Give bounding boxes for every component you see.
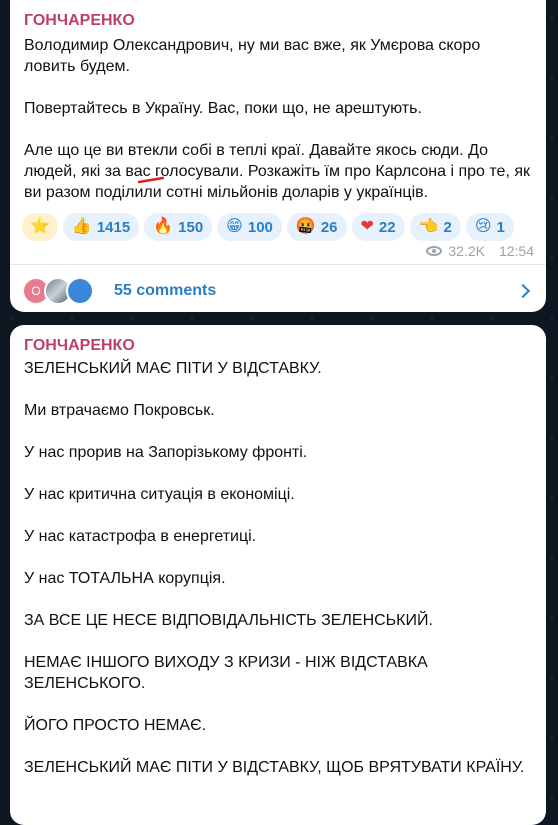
heart-icon: ❤ bbox=[360, 218, 374, 235]
commenter-avatars: О bbox=[22, 277, 102, 305]
angry-face-icon: 🤬 bbox=[295, 218, 316, 235]
reaction-count: 2 bbox=[443, 218, 452, 236]
reaction-thumbs-up[interactable]: 👍 1415 bbox=[62, 213, 140, 241]
post-author[interactable]: ГОНЧАРЕНКО bbox=[24, 12, 135, 30]
reaction-count: 26 bbox=[320, 218, 338, 236]
reaction-count: 22 bbox=[378, 218, 396, 236]
fire-icon: 🔥 bbox=[153, 218, 174, 235]
chevron-right-icon bbox=[515, 283, 531, 299]
reaction-count: 150 bbox=[178, 218, 204, 236]
grin-icon: 😁 bbox=[226, 218, 243, 235]
comments-button[interactable]: О 55 comments bbox=[22, 271, 534, 311]
post-text: Володимир Олександрович, ну ми вас вже, … bbox=[24, 35, 534, 203]
post-meta: 32.2K 12:54 bbox=[426, 243, 534, 259]
channel-post-1: ГОНЧАРЕНКО Володимир Олександрович, ну м… bbox=[10, 0, 546, 312]
reaction-pointing-hand[interactable]: 👈 2 bbox=[409, 213, 461, 241]
reaction-star[interactable]: ⭐ bbox=[22, 213, 58, 241]
post-time: 12:54 bbox=[498, 243, 534, 259]
post-paragraph: ЗА ВСЕ ЦЕ НЕСЕ ВІДПОВІДАЛЬНІСТЬ ЗЕЛЕНСЬК… bbox=[24, 612, 433, 629]
reaction-fire[interactable]: 🔥 150 bbox=[144, 213, 213, 241]
post-paragraph: ЗЕЛЕНСЬКИЙ МАЄ ПІТИ У ВІДСТАВКУ. bbox=[24, 360, 322, 377]
comments-label: 55 comments bbox=[114, 282, 217, 299]
post-paragraph: Повертайтесь в Україну. Вас, поки що, не… bbox=[24, 100, 422, 117]
avatar bbox=[66, 277, 94, 305]
divider bbox=[10, 264, 546, 265]
reaction-count: 100 bbox=[247, 218, 273, 236]
reaction-grin[interactable]: 😁 100 bbox=[217, 213, 282, 241]
post-paragraph: У нас прорив на Запорізькому фронті. bbox=[24, 444, 308, 461]
handwritten-strike-mark bbox=[138, 176, 164, 184]
post-paragraph: ЙОГО ПРОСТО НЕМАЄ. bbox=[24, 717, 207, 734]
pointing-hand-icon: 👈 bbox=[418, 218, 439, 235]
view-count: 32.2K bbox=[448, 243, 485, 259]
reaction-heart[interactable]: ❤ 22 bbox=[351, 213, 405, 241]
post-paragraph: У нас катастрофа в енергетиці. bbox=[24, 528, 257, 545]
reactions-bar: ⭐ 👍 1415 🔥 150 😁 100 🤬 26 ❤ 22 👈 2 😢 1 bbox=[22, 213, 514, 241]
post-paragraph: У нас ТОТАЛЬНА корупція. bbox=[24, 570, 226, 587]
post-paragraph: У нас критична ситуація в економіці. bbox=[24, 486, 295, 503]
reaction-angry-face[interactable]: 🤬 26 bbox=[286, 213, 347, 241]
post-text: ЗЕЛЕНСЬКИЙ МАЄ ПІТИ У ВІДСТАВКУ. Ми втра… bbox=[24, 358, 534, 778]
crying-face-icon: 😢 bbox=[474, 218, 492, 235]
reaction-crying-face[interactable]: 😢 1 bbox=[465, 213, 514, 241]
reaction-count: 1 bbox=[496, 218, 505, 236]
eye-icon bbox=[426, 246, 443, 256]
thumbs-up-icon: 👍 bbox=[71, 218, 92, 235]
post-paragraph: Володимир Олександрович, ну ми вас вже, … bbox=[24, 37, 481, 75]
post-author[interactable]: ГОНЧАРЕНКО bbox=[24, 337, 135, 355]
channel-post-2: ГОНЧАРЕНКО ЗЕЛЕНСЬКИЙ МАЄ ПІТИ У ВІДСТАВ… bbox=[10, 325, 546, 825]
post-paragraph: Ми втрачаємо Покровськ. bbox=[24, 402, 215, 419]
post-paragraph: Але що це ви втекли собі в теплі краї. Д… bbox=[24, 142, 530, 201]
post-paragraph: ЗЕЛЕНСЬКИЙ МАЄ ПІТИ У ВІДСТАВКУ, ЩОБ ВРЯ… bbox=[24, 759, 525, 776]
star-icon: ⭐ bbox=[30, 218, 50, 235]
post-paragraph: НЕМАЄ ІНШОГО ВИХОДУ З КРИЗИ - НІЖ ВІДСТА… bbox=[24, 654, 428, 692]
reaction-count: 1415 bbox=[96, 218, 131, 236]
